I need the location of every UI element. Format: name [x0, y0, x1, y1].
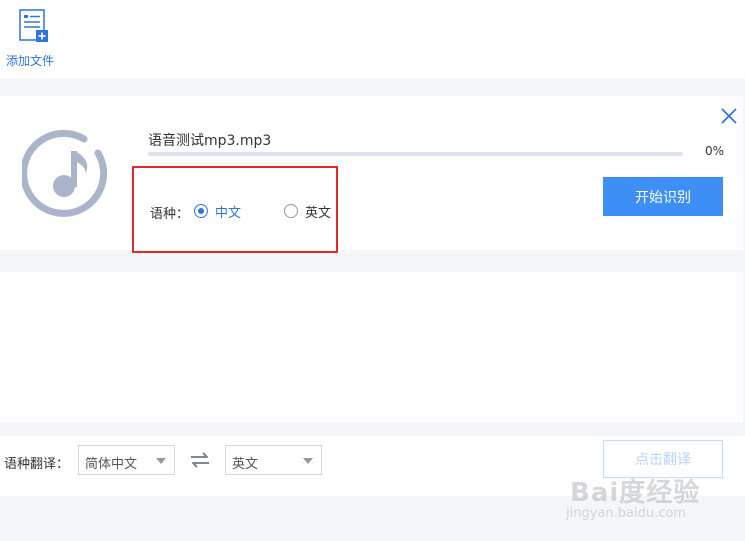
progress-bar: [148, 152, 683, 156]
watermark-main: Bai度经验: [570, 478, 701, 508]
radio-dot: [284, 204, 298, 218]
radio-chinese[interactable]: 中文: [194, 201, 241, 221]
toolbar: 添加文件: [0, 0, 745, 78]
add-file-button[interactable]: 添加文件: [6, 6, 62, 70]
source-language-value: 简体中文: [85, 457, 138, 472]
target-language-value: 英文: [232, 457, 259, 472]
radio-english[interactable]: 英文: [284, 201, 331, 221]
close-icon[interactable]: [720, 107, 738, 125]
add-file-icon: [19, 9, 48, 42]
file-name: 语音测试mp3.mp3: [148, 133, 272, 149]
add-file-label: 添加文件: [6, 54, 55, 68]
file-card: 语音测试mp3.mp3 0% 语种： 中文 英文 开始识别: [0, 96, 743, 253]
music-note-icon: [22, 129, 108, 217]
chevron-down-icon: [156, 458, 166, 464]
language-label: 语种：: [150, 207, 190, 222]
translate-label: 语种翻译：: [4, 457, 70, 472]
radio-dot: [194, 204, 208, 218]
result-panel: [0, 272, 743, 422]
swap-icon[interactable]: [189, 451, 211, 469]
start-recognition-button[interactable]: 开始识别: [603, 177, 723, 216]
radio-chinese-label: 中文: [215, 205, 242, 221]
watermark: Bai度经验 jingyan.baidu.com: [566, 472, 716, 532]
watermark-sub: jingyan.baidu.com: [566, 506, 686, 521]
radio-english-label: 英文: [305, 205, 332, 221]
chevron-down-icon: [303, 458, 313, 464]
language-selector: 语种： 中文 英文: [132, 166, 338, 253]
source-language-select[interactable]: 简体中文: [78, 445, 175, 475]
target-language-select[interactable]: 英文: [225, 445, 322, 475]
progress-text: 0%: [705, 144, 725, 158]
